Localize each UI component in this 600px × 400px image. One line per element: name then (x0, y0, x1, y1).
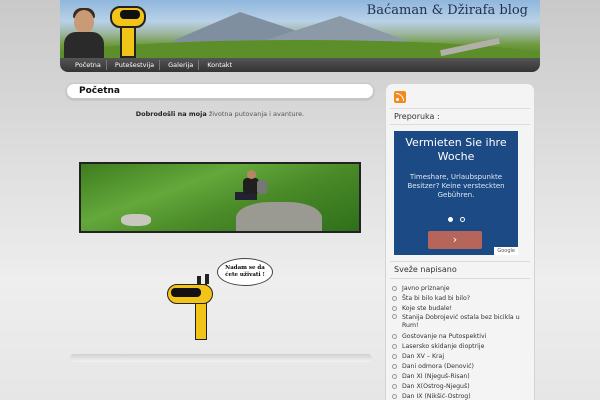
main-nav: Početna Putešestvija Galerija Kontakt (60, 58, 540, 72)
bullet-icon (392, 314, 397, 319)
content-divider (70, 354, 372, 362)
giraffe-cartoon: Nadam se da ćete uživati ! (163, 258, 275, 342)
ad-badge: Google (494, 247, 518, 255)
list-item[interactable]: Dani odmora (Denović) (392, 361, 532, 371)
speech-bubble: Nadam se da ćete uživati ! (217, 258, 273, 286)
recent-posts-heading: Sveže napisano (394, 265, 457, 274)
nav-item-kontakt[interactable]: Kontakt (202, 60, 237, 70)
pager-dot-active[interactable] (448, 217, 453, 222)
list-item[interactable]: Šta bi bilo kad bi bilo? (392, 293, 532, 303)
welcome-text: Dobrodošli na moja životna putovanja i a… (70, 110, 370, 118)
list-item[interactable]: Dan XI (Njeguš-Risan) (392, 371, 532, 381)
bullet-icon (392, 393, 397, 399)
welcome-link[interactable]: životna putovanja i avanture. (209, 110, 304, 118)
list-item[interactable]: Dan X(Ostrog-Njeguš) (392, 381, 532, 391)
blog-title[interactable]: Baćaman & Džirafa blog (367, 3, 528, 18)
mountain (260, 16, 410, 42)
divider (390, 108, 530, 109)
recent-posts-list: Javno priznanje Šta bi bilo kad bi bilo?… (392, 283, 532, 400)
list-item[interactable]: Stanija Dobrojević ostala bez bicikla u … (392, 313, 532, 331)
nav-item-putesestvija[interactable]: Putešestvija (110, 60, 161, 70)
bullet-icon (392, 305, 397, 311)
advertisement[interactable]: Vermieten Sie ihre Woche Timeshare, Urla… (394, 131, 518, 255)
welcome-prefix: Dobrodošli na moja (135, 110, 207, 118)
page-title-box: Početna (66, 83, 374, 99)
ad-body: Timeshare, Urlaubspunkte Besitzer? Keine… (407, 173, 505, 199)
divider (390, 261, 530, 262)
bullet-icon (392, 343, 397, 349)
list-item[interactable]: Dan XV – Kraj (392, 351, 532, 361)
sunglasses-icon (171, 288, 201, 297)
ad-next-button[interactable]: › (428, 231, 482, 249)
list-item[interactable]: Lasersko skidanje dioptrije (392, 341, 532, 351)
list-item[interactable]: Javno priznanje (392, 283, 532, 293)
pager-dot[interactable] (460, 217, 465, 222)
hiker-photo (79, 162, 361, 233)
ad-pager (448, 217, 465, 222)
bullet-icon (392, 363, 397, 369)
nav-item-galerija[interactable]: Galerija (163, 60, 200, 70)
list-item[interactable]: Gostovanje na Putospektivi (392, 331, 532, 341)
divider (390, 278, 530, 279)
blogger-photo (62, 8, 106, 60)
bullet-icon (392, 333, 397, 339)
bullet-icon (392, 383, 397, 389)
list-item[interactable]: Dan IX (Nikšić-Ostrog) (392, 391, 532, 400)
page-title: Početna (79, 86, 121, 96)
bullet-icon (392, 295, 397, 301)
bullet-icon (392, 285, 397, 291)
rss-icon[interactable] (394, 91, 406, 103)
sidebar: Preporuka : Vermieten Sie ihre Woche Tim… (385, 83, 535, 400)
divider (390, 124, 530, 125)
list-item[interactable]: Koje ste budale! (392, 303, 532, 313)
nav-item-pocetna[interactable]: Početna (70, 60, 107, 70)
bullet-icon (392, 373, 397, 379)
recommendation-heading: Preporuka : (394, 112, 440, 121)
ad-headline[interactable]: Vermieten Sie ihre Woche (394, 136, 518, 164)
bullet-icon (392, 353, 397, 359)
giraffe-logo (106, 2, 148, 58)
blog-header: Baćaman & Džirafa blog (60, 0, 540, 60)
